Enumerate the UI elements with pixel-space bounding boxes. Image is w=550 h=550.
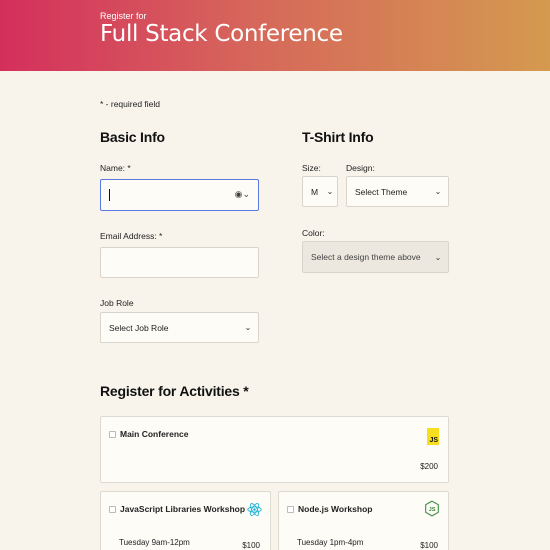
text-caret — [109, 189, 110, 201]
activity-name: JavaScript Libraries Workshop — [120, 504, 246, 514]
chevron-down-icon: ⌄ — [434, 252, 442, 262]
activity-cost: $100 — [420, 541, 438, 550]
basic-info-heading: Basic Info — [100, 129, 165, 145]
js-icon: JS — [427, 428, 439, 445]
size-value: M — [311, 186, 319, 197]
activity-card-main-conference[interactable]: Main Conference JS $200 — [100, 416, 449, 483]
email-label: Email Address: * — [100, 231, 163, 241]
activities-heading: Register for Activities * — [100, 383, 249, 399]
chevron-down-icon: ⌄ — [244, 323, 252, 332]
activity-card-nodejs[interactable]: Node.js Workshop JS Tuesday 1pm-4pm $100 — [278, 491, 449, 550]
color-select[interactable]: Select a design theme above ⌄ — [302, 241, 449, 273]
chevron-down-icon: ⌄ — [326, 187, 334, 196]
svg-text:JS: JS — [429, 507, 436, 513]
tshirt-info-heading: T-Shirt Info — [302, 129, 374, 145]
name-field[interactable]: ◉⌄ — [100, 179, 259, 211]
activity-cost: $200 — [420, 462, 438, 471]
page-title: Full Stack Conference — [100, 21, 343, 47]
activity-time: Tuesday 9am-12pm — [119, 538, 190, 547]
required-field-note: * - required field — [100, 99, 161, 109]
job-role-label: Job Role — [100, 298, 134, 308]
autofill-icon[interactable]: ◉⌄ — [235, 189, 250, 200]
activity-checkbox[interactable] — [109, 506, 116, 513]
color-label: Color: — [302, 228, 325, 238]
color-value: Select a design theme above — [311, 252, 421, 262]
activity-time: Tuesday 1pm-4pm — [297, 538, 364, 547]
activity-card-js-libraries[interactable]: JavaScript Libraries Workshop Tuesday 9a… — [100, 491, 271, 550]
react-icon — [247, 503, 262, 516]
design-label: Design: — [346, 163, 375, 173]
design-value: Select Theme — [355, 186, 408, 197]
activity-name: Main Conference — [120, 429, 189, 439]
name-label: Name: * — [100, 163, 131, 173]
activity-cost: $100 — [242, 541, 260, 550]
header-subtitle: Register for — [100, 11, 147, 21]
size-label: Size: — [302, 163, 321, 173]
page-header: Register for Full Stack Conference — [0, 0, 550, 71]
email-field[interactable] — [100, 247, 259, 278]
chevron-down-icon: ⌄ — [434, 187, 442, 196]
job-role-value: Select Job Role — [109, 322, 169, 333]
design-select[interactable]: Select Theme ⌄ — [346, 176, 449, 207]
activity-checkbox[interactable] — [287, 506, 294, 513]
nodejs-icon: JS — [425, 500, 439, 517]
job-role-select[interactable]: Select Job Role ⌄ — [100, 312, 259, 343]
size-select[interactable]: M ⌄ — [302, 176, 338, 207]
activity-name: Node.js Workshop — [298, 504, 373, 514]
activity-checkbox[interactable] — [109, 431, 116, 438]
